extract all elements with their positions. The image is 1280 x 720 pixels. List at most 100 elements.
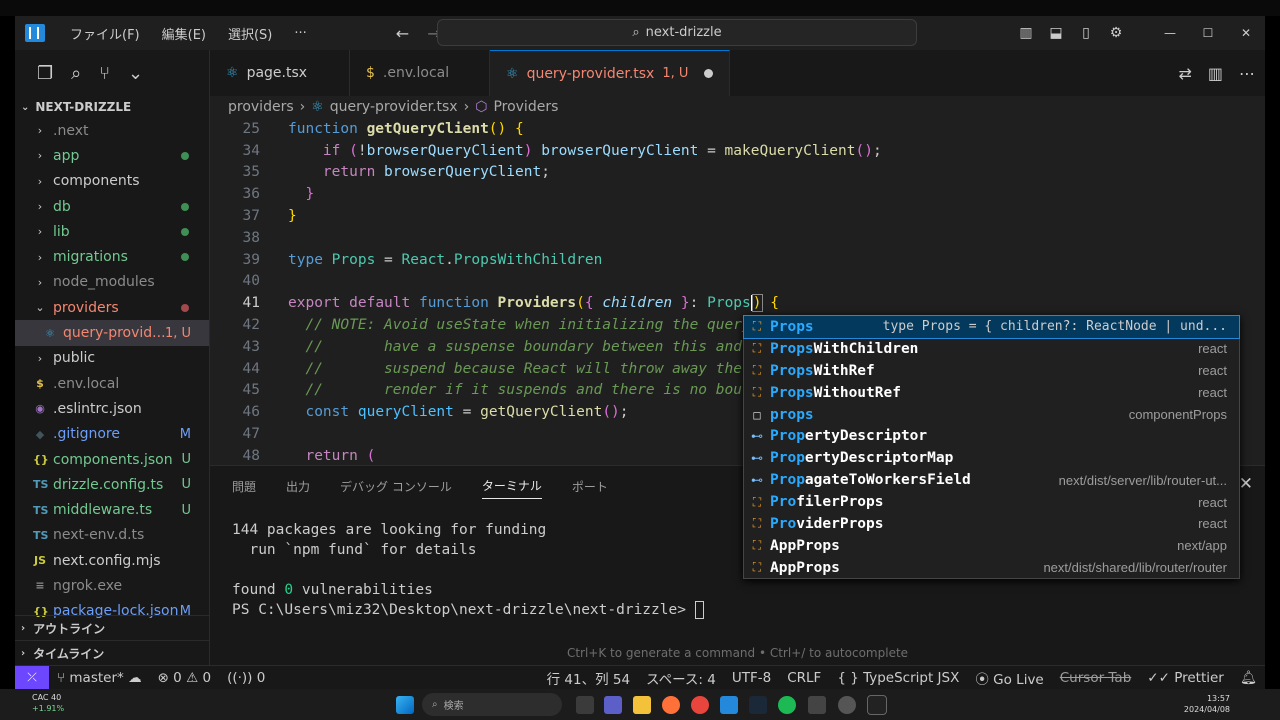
suggestion-item[interactable]: ⊷ PropertyDescriptorMap (744, 447, 1239, 469)
tree-item[interactable]: › components (15, 169, 209, 194)
menu-file[interactable]: ファイル(F) (61, 24, 149, 43)
tab-problems[interactable]: 問題 (232, 478, 256, 495)
compare-changes-icon[interactable]: ⇄ (1178, 64, 1191, 83)
menu-edit[interactable]: 編集(E) (153, 24, 215, 43)
taskbar-clock[interactable]: 13:57 2024/04/08 (1184, 693, 1230, 715)
chevron-down-icon[interactable]: ⌄ (128, 63, 143, 84)
windows-start-icon[interactable] (396, 696, 414, 714)
suggestion-item[interactable]: ⛶ PropsWithChildren react (744, 338, 1239, 360)
timeline-section[interactable]: › タイムライン (15, 640, 210, 665)
suggestion-item[interactable]: ⊷ PropagateToWorkersField next/dist/server… (744, 469, 1239, 491)
app-icon-2[interactable] (838, 696, 856, 714)
tree-item[interactable]: › .next (15, 118, 209, 143)
remote-indicator-icon[interactable]: ⤫ (15, 665, 49, 690)
indentation[interactable]: スペース: 4 (638, 668, 724, 688)
tree-item[interactable]: ⚛ query-provid... 1, U (15, 320, 209, 346)
tree-item[interactable]: TS next-env.d.ts (15, 523, 209, 548)
toggle-secondary-sidebar-icon[interactable]: ▯ (1071, 25, 1101, 41)
tree-item[interactable]: › lib (15, 219, 209, 244)
tree-item[interactable]: › node_modules (15, 270, 209, 295)
suggestion-item[interactable]: ⛶ PropsWithRef react (744, 360, 1239, 382)
chrome-icon[interactable] (691, 696, 709, 714)
tree-item[interactable]: {} components.json U (15, 447, 209, 472)
explorer-files-icon[interactable]: ❐ (37, 63, 53, 84)
split-editor-icon[interactable]: ▥ (1208, 64, 1223, 83)
suggestion-item[interactable]: ⊷ PropertyDescriptor (744, 425, 1239, 447)
breadcrumb-folder[interactable]: providers (228, 99, 294, 115)
encoding[interactable]: UTF-8 (724, 670, 779, 686)
tree-item[interactable]: ◉ .eslintrc.json (15, 396, 209, 421)
toggle-panel-icon[interactable]: ⬓ (1041, 25, 1071, 41)
tree-item[interactable]: JS next.config.mjs (15, 548, 209, 573)
outline-section[interactable]: › アウトライン (15, 615, 210, 640)
tree-item[interactable]: ◆ .gitignore M (15, 422, 209, 447)
more-actions-icon[interactable]: ⋯ (1239, 64, 1255, 83)
tab-output[interactable]: 出力 (286, 478, 310, 495)
terminal-hint: Ctrl+K to generate a command • Ctrl+/ to… (566, 646, 909, 660)
breadcrumb-symbol[interactable]: Providers (493, 99, 558, 115)
notifications-bell-icon[interactable]: 🔔︎ (1232, 670, 1265, 686)
command-center-search[interactable]: ⌕ next-drizzle (437, 19, 917, 46)
suggestion-item[interactable]: ⛶ ProviderProps react (744, 513, 1239, 535)
teams-icon[interactable] (604, 696, 622, 714)
task-view-icon[interactable] (576, 696, 594, 714)
tree-item[interactable]: › public (15, 346, 209, 371)
cursor-tab[interactable]: Cursor Tab (1052, 670, 1140, 686)
explorer-root-header[interactable]: ⌄ NEXT-DRIZZLE (15, 96, 209, 118)
settings-gear-icon[interactable]: ⚙ (1101, 25, 1131, 41)
tree-item[interactable]: › migrations (15, 244, 209, 269)
chevron-right-icon: › (37, 149, 43, 163)
cursor-position[interactable]: 行 41、列 54 (539, 668, 638, 688)
close-panel-icon[interactable]: ✕ (1239, 474, 1253, 494)
unsaved-dot-icon[interactable] (704, 69, 714, 78)
suggestion-detail: react (1198, 363, 1227, 379)
tab-terminal[interactable]: ターミナル (481, 477, 542, 499)
broadcast-icon: ((·)) (227, 669, 253, 686)
firefox-icon[interactable] (662, 696, 680, 714)
menu-more[interactable]: ··· (285, 26, 315, 41)
tab-debug-console[interactable]: デバッグ コンソール (340, 478, 452, 495)
editor-tab[interactable]: ⚛ query-provider.tsx 1, U (490, 50, 731, 96)
editor-tab[interactable]: $ .env.local (350, 50, 490, 96)
minimize-icon[interactable]: — (1151, 26, 1189, 40)
editor-tab[interactable]: ⚛ page.tsx (210, 50, 350, 96)
language-mode[interactable]: { } TypeScript JSX (829, 670, 967, 686)
tree-item[interactable]: TS middleware.ts U (15, 497, 209, 522)
stock-widget[interactable]: CAC 40 +1.91% (12, 692, 64, 714)
back-arrow-icon[interactable]: ← (396, 24, 409, 43)
end-of-line[interactable]: CRLF (779, 670, 829, 686)
tree-item[interactable]: ≡ ngrok.exe (15, 573, 209, 598)
file-explorer-icon[interactable] (633, 696, 651, 714)
menu-selection[interactable]: 選択(S) (219, 24, 281, 43)
tree-item[interactable]: TS drizzle.config.ts U (15, 472, 209, 497)
suggestion-item[interactable]: ⛶ ProfilerProps react (744, 491, 1239, 513)
tree-item[interactable]: › db (15, 194, 209, 219)
taskbar-search[interactable]: ⌕ 検索 (422, 693, 562, 716)
vscode-taskbar-icon[interactable] (720, 696, 738, 714)
search-view-icon[interactable]: ⌕ (71, 63, 81, 84)
tree-item[interactable]: › app (15, 143, 209, 168)
tab-ports[interactable]: ポート (572, 478, 608, 495)
suggestion-item[interactable]: ⛶ Props type Props = { children?: ReactNod… (743, 315, 1240, 339)
suggestion-item[interactable]: □ props componentProps (744, 404, 1239, 426)
prettier[interactable]: ✓✓ Prettier (1139, 670, 1232, 686)
suggestion-item[interactable]: ⛶ AppProps next/dist/shared/lib/router/rou… (744, 557, 1239, 579)
tree-item[interactable]: ⌄ providers (15, 295, 209, 320)
cursor-app-icon[interactable] (867, 695, 887, 715)
problems-status[interactable]: ⊗ 0 ⚠ 0 (150, 670, 220, 686)
app-icon-1[interactable] (808, 696, 826, 714)
branch-status[interactable]: ⑂ master* ☁ (49, 670, 150, 686)
spotify-icon[interactable] (778, 696, 796, 714)
suggestion-item[interactable]: ⛶ PropsWithoutRef react (744, 382, 1239, 404)
suggestion-item[interactable]: ⛶ AppProps next/app (744, 535, 1239, 557)
close-window-icon[interactable]: ✕ (1227, 26, 1265, 40)
command-center-label: next-drizzle (645, 25, 722, 40)
source-control-icon[interactable]: ⑂ (99, 63, 110, 84)
go-live[interactable]: ⦿ Go Live (967, 668, 1051, 688)
breadcrumb-file[interactable]: query-provider.tsx (330, 99, 458, 115)
steam-icon[interactable] (749, 696, 767, 714)
ports-status[interactable]: ((·)) 0 (219, 670, 273, 686)
toggle-primary-sidebar-icon[interactable]: ▥ (1011, 25, 1041, 41)
tree-item[interactable]: $ .env.local (15, 371, 209, 396)
maximize-icon[interactable]: ☐ (1189, 26, 1227, 40)
